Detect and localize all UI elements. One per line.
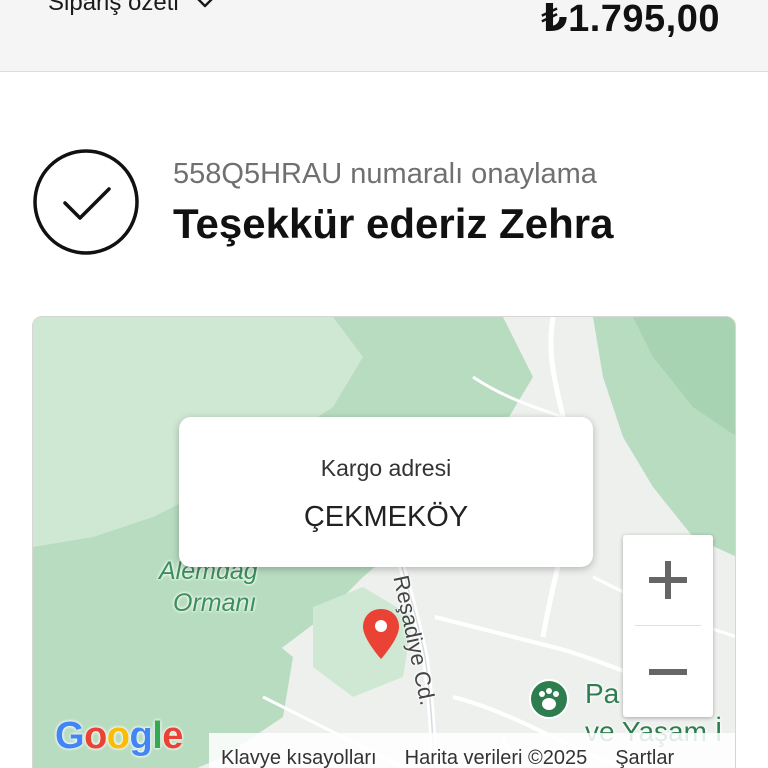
shipping-address-label: Kargo adresi <box>320 455 452 481</box>
shipping-map[interactable]: Alemdağ Ormanı Reşadiye Cd. Park stve Ya… <box>32 316 736 768</box>
thank-you-title: Teşekkür ederiz Zehra <box>173 200 614 247</box>
park-icon <box>529 679 569 719</box>
confirmation-header: 558Q5HRAU numaralı onaylama Teşekkür ede… <box>32 148 736 258</box>
zoom-divider <box>635 625 701 626</box>
map-attribution: Klavye kısayolları Harita verileri ©2025… <box>209 733 735 768</box>
forest-label-line2: Ormanı <box>173 589 257 617</box>
zoom-out-button[interactable] <box>623 627 713 717</box>
terms-link[interactable]: Şartlar <box>615 747 674 768</box>
google-logo: Google <box>55 715 183 757</box>
keyboard-shortcuts-link[interactable]: Klavye kısayolları <box>221 747 377 768</box>
location-pin-icon <box>363 609 399 659</box>
order-summary-bar: Sipariş özeti ₺1.795,00 <box>0 0 768 72</box>
shipping-address-popup: Kargo adresi ÇEKMEKÖY <box>179 417 593 567</box>
plus-icon <box>649 561 687 599</box>
chevron-down-icon <box>197 0 213 8</box>
confirmation-number: 558Q5HRAU numaralı onaylama <box>173 158 597 190</box>
shipping-address-value: ÇEKMEKÖY <box>303 501 469 533</box>
map-data-link[interactable]: Harita verileri ©2025 <box>405 747 588 768</box>
order-summary-toggle[interactable]: Sipariş özeti <box>48 0 217 20</box>
order-summary-label: Sipariş özeti <box>48 0 179 16</box>
zoom-in-button[interactable] <box>623 535 713 625</box>
zoom-controls <box>623 535 713 717</box>
check-circle-icon <box>33 149 139 255</box>
minus-icon <box>649 669 687 675</box>
order-total: ₺1.795,00 <box>541 0 720 40</box>
